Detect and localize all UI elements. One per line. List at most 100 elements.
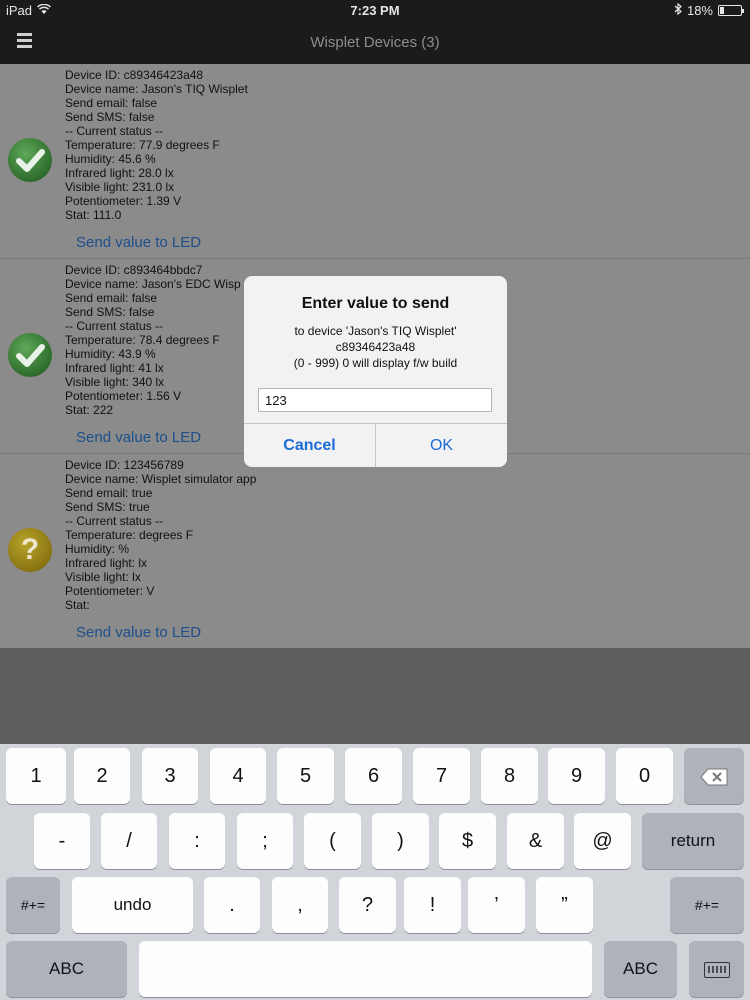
value-input[interactable]: 123 [258,388,492,412]
stat: Stat: [65,598,90,612]
key-2[interactable]: 2 [74,748,130,804]
undo-key[interactable]: undo [72,877,193,933]
key-dollar[interactable]: $ [439,813,496,869]
key-close-paren[interactable]: ) [372,813,429,869]
key-quote[interactable]: ” [536,877,593,933]
device-cell[interactable]: ? Device ID: 123456789 Device name: Wisp… [0,454,750,649]
infrared-light: Infrared light: lx [65,556,148,570]
potentiometer: Potentiometer: V [65,584,155,598]
status-bar: iPad 7:23 PM 18% [0,0,750,22]
device-info: Device ID: c89346423a48 Device name: Jas… [65,68,248,222]
backspace-key[interactable] [684,748,744,804]
battery-percent: 18% [686,3,713,18]
stat: Stat: 111.0 [65,208,122,222]
key-colon[interactable]: : [169,813,225,869]
key-open-paren[interactable]: ( [304,813,361,869]
infrared-light: Infrared light: 28.0 lx [65,166,174,180]
key-dash[interactable]: - [34,813,90,869]
abc-key[interactable]: ABC [604,941,677,997]
device-info: Device ID: 123456789 Device name: Wisple… [65,458,256,612]
device-name: Device name: Jason's EDC Wisp [65,277,241,291]
temperature: Temperature: degrees F [65,528,194,542]
temperature: Temperature: 78.4 degrees F [65,333,220,347]
key-apostrophe[interactable]: ’ [468,877,525,933]
device-name: Device name: Jason's TIQ Wisplet [65,82,248,96]
visible-light: Visible light: 340 lx [65,375,165,389]
key-slash[interactable]: / [101,813,157,869]
battery-icon [718,5,744,16]
key-at[interactable]: @ [574,813,631,869]
device-cell[interactable]: Device ID: c89346423a48 Device name: Jas… [0,64,750,259]
send-email: Send email: true [65,486,153,500]
nav-title: Wisplet Devices (3) [310,34,440,51]
temperature: Temperature: 77.9 degrees F [65,138,220,152]
infrared-light: Infrared light: 41 lx [65,361,164,375]
key-period[interactable]: . [204,877,260,933]
key-semicolon[interactable]: ; [237,813,293,869]
visible-light: Visible light: 231.0 lx [65,180,175,194]
clock: 7:23 PM [350,3,400,18]
send-led-button[interactable]: Send value to LED [76,624,201,641]
empty-area [0,648,750,744]
question-icon: ? [8,528,52,572]
key-ampersand[interactable]: & [507,813,564,869]
alert-message-line: c89346423a48 [335,340,416,354]
send-sms: Send SMS: true [65,500,150,514]
potentiometer: Potentiometer: 1.56 V [65,389,182,403]
status-header: -- Current status -- [65,319,164,333]
bluetooth-icon [674,2,682,18]
ok-button[interactable]: OK [376,424,507,467]
dismiss-keyboard-key[interactable] [689,941,744,997]
status-header: -- Current status -- [65,514,164,528]
checkmark-icon [8,333,52,377]
device-id: Device ID: c893464bbdc7 [65,263,203,277]
nav-bar: Wisplet Devices (3) [0,22,750,64]
alert-message: to device 'Jason's TIQ Wisplet' c8934642… [244,323,507,371]
backspace-icon [700,768,728,786]
return-key[interactable]: return [642,813,744,869]
key-question[interactable]: ? [339,877,396,933]
battery-fill [720,7,724,14]
keyboard-icon [703,961,730,978]
visible-light: Visible light: lx [65,570,141,584]
status-right: 18% [674,2,744,18]
humidity: Humidity: 45.6 % [65,152,156,166]
send-email: Send email: false [65,291,158,305]
key-0[interactable]: 0 [616,748,673,804]
humidity: Humidity: 43.9 % [65,347,156,361]
key-6[interactable]: 6 [345,748,402,804]
checkmark-icon [8,138,52,182]
alert-title: Enter value to send [301,295,450,312]
status-header: -- Current status -- [65,124,164,138]
device-id: Device ID: c89346423a48 [65,68,204,82]
key-7[interactable]: 7 [413,748,470,804]
alert-message-line: (0 - 999) 0 will display f/w build [293,356,458,370]
key-comma[interactable]: , [272,877,328,933]
more-symbols-key[interactable]: #+= [670,877,744,933]
device-id: Device ID: 123456789 [65,458,184,472]
space-key[interactable] [139,941,592,997]
device-name: Device name: Wisplet simulator app [65,472,257,486]
device-info: Device ID: c893464bbdc7 Device name: Jas… [65,263,241,417]
send-led-button[interactable]: Send value to LED [76,234,201,251]
alert-message-line: to device 'Jason's TIQ Wisplet' [294,324,457,338]
key-5[interactable]: 5 [277,748,334,804]
send-email: Send email: false [65,96,158,110]
send-led-button[interactable]: Send value to LED [76,429,201,446]
send-sms: Send SMS: false [65,305,155,319]
key-9[interactable]: 9 [548,748,605,804]
send-sms: Send SMS: false [65,110,155,124]
potentiometer: Potentiometer: 1.39 V [65,194,182,208]
key-1[interactable]: 1 [6,748,66,804]
key-4[interactable]: 4 [210,748,266,804]
stat: Stat: 222 [65,403,114,417]
humidity: Humidity: % [65,542,130,556]
more-symbols-key[interactable]: #+= [6,877,60,933]
key-3[interactable]: 3 [142,748,198,804]
alert-dialog: Enter value to send to device 'Jason's T… [244,276,507,467]
key-8[interactable]: 8 [481,748,538,804]
abc-key[interactable]: ABC [6,941,127,997]
cancel-button[interactable]: Cancel [244,424,375,467]
keyboard: 1 2 3 4 5 6 7 8 9 0 - / : ; ( ) $ & @ re… [0,744,750,1000]
key-exclamation[interactable]: ! [404,877,461,933]
